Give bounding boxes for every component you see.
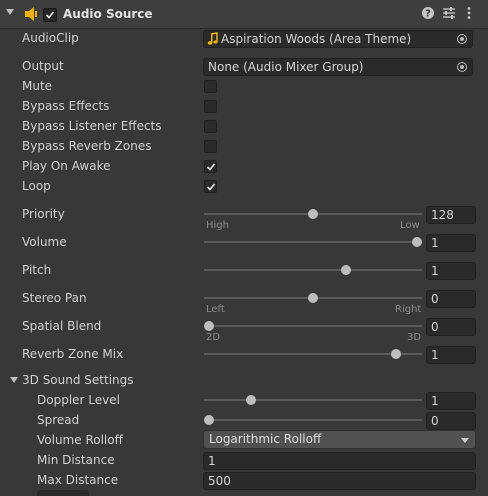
mute-label: Mute [22, 79, 53, 93]
volume-slider-track[interactable] [204, 241, 422, 243]
max-distance-field[interactable]: 500 [203, 472, 476, 490]
volume-rolloff-label: Volume Rolloff [37, 433, 123, 447]
volume-label: Volume [22, 235, 67, 249]
spread-value-field[interactable]: 0 [426, 412, 476, 430]
chevron-down-icon [461, 438, 469, 443]
output-field[interactable]: None (Audio Mixer Group) [203, 58, 473, 76]
pitch-slider-track[interactable] [204, 269, 422, 271]
stereo-pan-value-field[interactable]: 0 [426, 290, 476, 308]
checkmark-icon [206, 183, 216, 191]
audio-clip-value: Aspiration Woods (Area Theme) [221, 32, 412, 46]
pitch-label: Pitch [22, 263, 52, 277]
sound-3d-section-label[interactable]: 3D Sound Settings [22, 373, 134, 387]
stereo-pan-label: Stereo Pan [22, 291, 87, 305]
reverb-zone-mix-slider-track[interactable] [204, 353, 422, 355]
priority-max-caption: Low [400, 220, 420, 231]
audio-speaker-icon [24, 7, 38, 24]
bypass-listener-effects-checkbox[interactable] [204, 120, 217, 133]
stereo-pan-min-caption: Left [206, 304, 225, 315]
bypass-reverb-zones-checkbox[interactable] [204, 140, 217, 153]
sliders-icon[interactable] [442, 6, 456, 20]
spread-label: Spread [37, 413, 80, 427]
audio-clip-field[interactable]: Aspiration Woods (Area Theme) [203, 30, 473, 48]
play-on-awake-checkbox[interactable] [204, 160, 217, 173]
object-picker-icon[interactable] [457, 62, 467, 72]
priority-value-field[interactable]: 128 [426, 206, 476, 224]
foldout-arrow-icon[interactable] [6, 9, 14, 15]
bypass-effects-checkbox[interactable] [204, 100, 217, 113]
stereo-pan-slider-thumb[interactable] [308, 293, 318, 303]
reverb-zone-mix-value-field[interactable]: 1 [426, 346, 476, 364]
min-distance-field[interactable]: 1 [203, 452, 476, 470]
checkmark-icon [206, 163, 216, 171]
priority-min-caption: High [206, 220, 229, 231]
doppler-level-slider-track[interactable] [204, 399, 422, 401]
spatial-blend-slider-thumb[interactable] [204, 321, 214, 331]
volume-rolloff-dropdown[interactable]: Logarithmic Rolloff [203, 430, 476, 449]
priority-slider-thumb[interactable] [308, 209, 318, 219]
doppler-level-label: Doppler Level [37, 393, 120, 407]
spatial-blend-value-field[interactable]: 0 [426, 318, 476, 336]
play-on-awake-label: Play On Awake [22, 159, 111, 173]
spatial-blend-min-caption: 2D [206, 332, 221, 343]
component-enabled-checkbox[interactable] [43, 8, 57, 22]
loop-checkbox[interactable] [204, 180, 217, 193]
spatial-blend-slider-track[interactable] [204, 325, 422, 327]
reverb-zone-mix-label: Reverb Zone Mix [22, 347, 124, 361]
spread-slider-track[interactable] [204, 419, 422, 421]
object-picker-icon[interactable] [457, 34, 467, 44]
component-title: Audio Source [63, 7, 153, 21]
volume-value-field[interactable]: 1 [426, 234, 476, 252]
reverb-zone-mix-slider-thumb[interactable] [391, 349, 402, 359]
output-value: None (Audio Mixer Group) [208, 60, 364, 74]
priority-label: Priority [22, 207, 65, 221]
bypass-effects-label: Bypass Effects [22, 99, 110, 113]
volume-rolloff-value: Logarithmic Rolloff [209, 432, 322, 446]
volume-slider-thumb[interactable] [412, 237, 422, 247]
component-header: Audio Source ? [0, 0, 488, 29]
pitch-value-field[interactable]: 1 [426, 262, 476, 280]
help-icon[interactable]: ? [421, 6, 435, 20]
music-note-icon [207, 32, 219, 49]
bypass-listener-effects-label: Bypass Listener Effects [22, 119, 162, 133]
pitch-slider-thumb[interactable] [341, 265, 352, 275]
section-foldout-arrow-icon[interactable] [10, 377, 18, 383]
max-distance-label: Max Distance [37, 473, 119, 487]
stereo-pan-max-caption: Right [395, 304, 422, 315]
spatial-blend-max-caption: 3D [407, 332, 422, 343]
doppler-level-slider-thumb[interactable] [245, 395, 256, 405]
audio-clip-label: AudioClip [22, 31, 79, 45]
bypass-reverb-zones-label: Bypass Reverb Zones [22, 139, 152, 153]
min-distance-label: Min Distance [37, 453, 115, 467]
spatial-blend-label: Spatial Blend [22, 319, 102, 333]
svg-text:?: ? [425, 9, 431, 20]
output-label: Output [22, 59, 64, 73]
spread-slider-thumb[interactable] [204, 415, 214, 425]
loop-label: Loop [22, 179, 51, 193]
doppler-level-value-field[interactable]: 1 [426, 392, 476, 410]
clipped-field [37, 490, 89, 496]
kebab-menu-icon[interactable] [462, 6, 476, 20]
mute-checkbox[interactable] [204, 80, 217, 93]
